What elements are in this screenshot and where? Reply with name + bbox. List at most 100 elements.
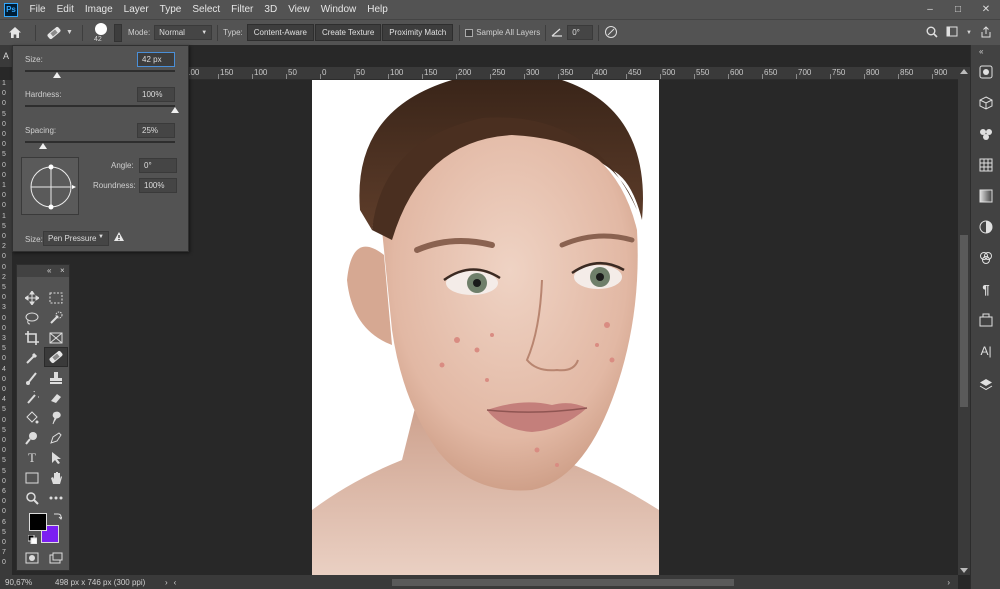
eyedropper-tool-icon[interactable] bbox=[22, 349, 42, 367]
channels-icon[interactable] bbox=[976, 248, 996, 268]
scroll-down-arrow[interactable] bbox=[960, 568, 968, 573]
crop-tool-icon[interactable] bbox=[22, 329, 42, 347]
brush-presets-icon[interactable] bbox=[976, 124, 996, 144]
menu-image[interactable]: Image bbox=[79, 4, 118, 15]
menu-layer[interactable]: Layer bbox=[118, 4, 154, 15]
quick-selection-tool-icon[interactable] bbox=[46, 309, 66, 327]
hand-tool-icon[interactable] bbox=[46, 469, 66, 487]
menu-3d[interactable]: 3D bbox=[259, 4, 283, 15]
pen-pressure-select[interactable]: Pen Pressure ▼ bbox=[43, 231, 109, 246]
pen-tool-icon[interactable] bbox=[46, 429, 66, 447]
quick-mask-icon[interactable] bbox=[22, 549, 42, 567]
chevron-right-icon[interactable]: › bbox=[165, 578, 168, 587]
brush-angle-input[interactable]: 0° bbox=[139, 158, 177, 173]
3d-icon[interactable] bbox=[976, 93, 996, 113]
share-icon[interactable] bbox=[980, 25, 992, 40]
dodge-tool-icon[interactable] bbox=[22, 429, 42, 447]
workspace-icon[interactable] bbox=[946, 26, 958, 39]
menu-edit[interactable]: Edit bbox=[51, 4, 79, 15]
ruler-tick-label: 5 bbox=[2, 345, 6, 353]
glyphs-icon[interactable] bbox=[976, 310, 996, 330]
rectangle-tool-icon[interactable] bbox=[22, 469, 42, 487]
zoom-tool-icon[interactable] bbox=[22, 489, 42, 507]
size-input[interactable]: 42 px bbox=[137, 52, 175, 67]
screen-mode-icon[interactable] bbox=[46, 549, 66, 567]
eraser-tool-icon[interactable] bbox=[46, 389, 66, 407]
maximize-button[interactable]: □ bbox=[944, 0, 972, 19]
collapse-arrows[interactable]: « bbox=[47, 266, 51, 275]
history-brush-tool-icon[interactable] bbox=[22, 389, 42, 407]
type-tool-icon[interactable]: T bbox=[22, 449, 42, 467]
scroll-thumb[interactable] bbox=[960, 235, 968, 407]
hardness-input[interactable]: 100% bbox=[137, 87, 175, 102]
dock-expand-arrows[interactable]: « bbox=[979, 47, 983, 56]
mode-select[interactable]: Normal ▼ bbox=[154, 25, 213, 40]
sample-all-layers-checkbox[interactable]: Sample All Layers bbox=[465, 28, 540, 37]
lasso-tool-icon[interactable] bbox=[22, 309, 42, 327]
spacing-slider-thumb[interactable] bbox=[39, 143, 47, 149]
character-icon[interactable]: A| bbox=[976, 341, 996, 361]
menu-filter[interactable]: Filter bbox=[226, 4, 259, 15]
marquee-tool-icon[interactable] bbox=[46, 289, 66, 307]
size-slider-thumb[interactable] bbox=[52, 72, 61, 78]
hardness-slider-track[interactable] bbox=[25, 105, 175, 107]
scroll-right-arrow[interactable]: › bbox=[947, 578, 950, 587]
home-icon[interactable] bbox=[0, 26, 30, 39]
separator bbox=[459, 24, 461, 41]
menu-type[interactable]: Type bbox=[154, 4, 187, 15]
healing-brush-tool-icon[interactable] bbox=[44, 347, 68, 367]
swap-colors-icon[interactable] bbox=[53, 511, 63, 522]
menu-select[interactable]: Select bbox=[187, 4, 226, 15]
swatches-icon[interactable] bbox=[976, 155, 996, 175]
roundness-input[interactable]: 100% bbox=[139, 178, 177, 193]
search-icon[interactable] bbox=[926, 26, 938, 40]
brush-tool-icon[interactable] bbox=[22, 369, 42, 387]
angle-input[interactable]: 0° bbox=[567, 25, 594, 40]
menu-window[interactable]: Window bbox=[315, 4, 362, 15]
scroll-left-arrow[interactable]: ‹ bbox=[174, 578, 177, 587]
ruler-tick-label: 0 bbox=[2, 477, 6, 485]
angle-icon bbox=[551, 27, 563, 39]
healing-brush-preset-icon[interactable]: ▼ bbox=[41, 25, 77, 41]
adjustments-icon[interactable] bbox=[976, 217, 996, 237]
hardness-slider-thumb[interactable] bbox=[171, 107, 179, 113]
brush-picker[interactable]: 42 bbox=[88, 21, 114, 45]
gradients-icon[interactable] bbox=[976, 186, 996, 206]
content-aware-button[interactable]: Content-Aware bbox=[246, 24, 314, 41]
foreground-color-swatch[interactable] bbox=[29, 513, 47, 531]
layers-icon[interactable] bbox=[976, 375, 996, 395]
spacing-input[interactable]: 25% bbox=[137, 123, 175, 138]
brush-settings-toggle[interactable] bbox=[113, 23, 122, 42]
scroll-up-arrow[interactable] bbox=[960, 69, 968, 74]
move-tool-icon[interactable] bbox=[22, 289, 42, 307]
zoom-level[interactable]: 90,67% bbox=[0, 578, 55, 587]
smudge-tool-icon[interactable] bbox=[46, 409, 66, 427]
color-icon[interactable] bbox=[976, 62, 996, 82]
pressure-icon[interactable] bbox=[604, 25, 618, 41]
menu-help[interactable]: Help bbox=[362, 4, 394, 15]
brush-angle-roundness-widget[interactable] bbox=[21, 157, 79, 215]
path-selection-tool-icon[interactable] bbox=[46, 449, 66, 467]
close-button[interactable]: ✕ bbox=[972, 0, 1000, 19]
create-texture-button[interactable]: Create Texture bbox=[314, 24, 382, 41]
close-icon[interactable]: × bbox=[60, 266, 65, 275]
document-image[interactable] bbox=[312, 80, 659, 575]
minimize-button[interactable]: – bbox=[916, 0, 944, 19]
paint-bucket-tool-icon[interactable] bbox=[22, 409, 42, 427]
ruler-tick bbox=[932, 74, 933, 79]
spacing-slider-track[interactable] bbox=[25, 141, 175, 143]
horizontal-scroll-thumb[interactable] bbox=[392, 579, 735, 586]
paragraph-icon[interactable]: ¶ bbox=[976, 279, 996, 299]
menu-file[interactable]: File bbox=[24, 4, 51, 15]
more-tools-icon[interactable] bbox=[46, 489, 66, 507]
clone-stamp-tool-icon[interactable] bbox=[46, 369, 66, 387]
collapsed-tab[interactable]: A bbox=[0, 45, 12, 67]
frame-tool-icon[interactable] bbox=[46, 329, 66, 347]
menu-view[interactable]: View bbox=[283, 4, 316, 15]
chevron-down-icon[interactable]: ▼ bbox=[966, 30, 972, 36]
horizontal-scrollbar[interactable] bbox=[182, 577, 939, 587]
size-slider-track[interactable] bbox=[25, 70, 175, 72]
vertical-scrollbar[interactable] bbox=[958, 67, 970, 575]
proximity-match-button[interactable]: Proximity Match bbox=[382, 24, 454, 41]
default-colors-icon[interactable] bbox=[27, 534, 38, 546]
